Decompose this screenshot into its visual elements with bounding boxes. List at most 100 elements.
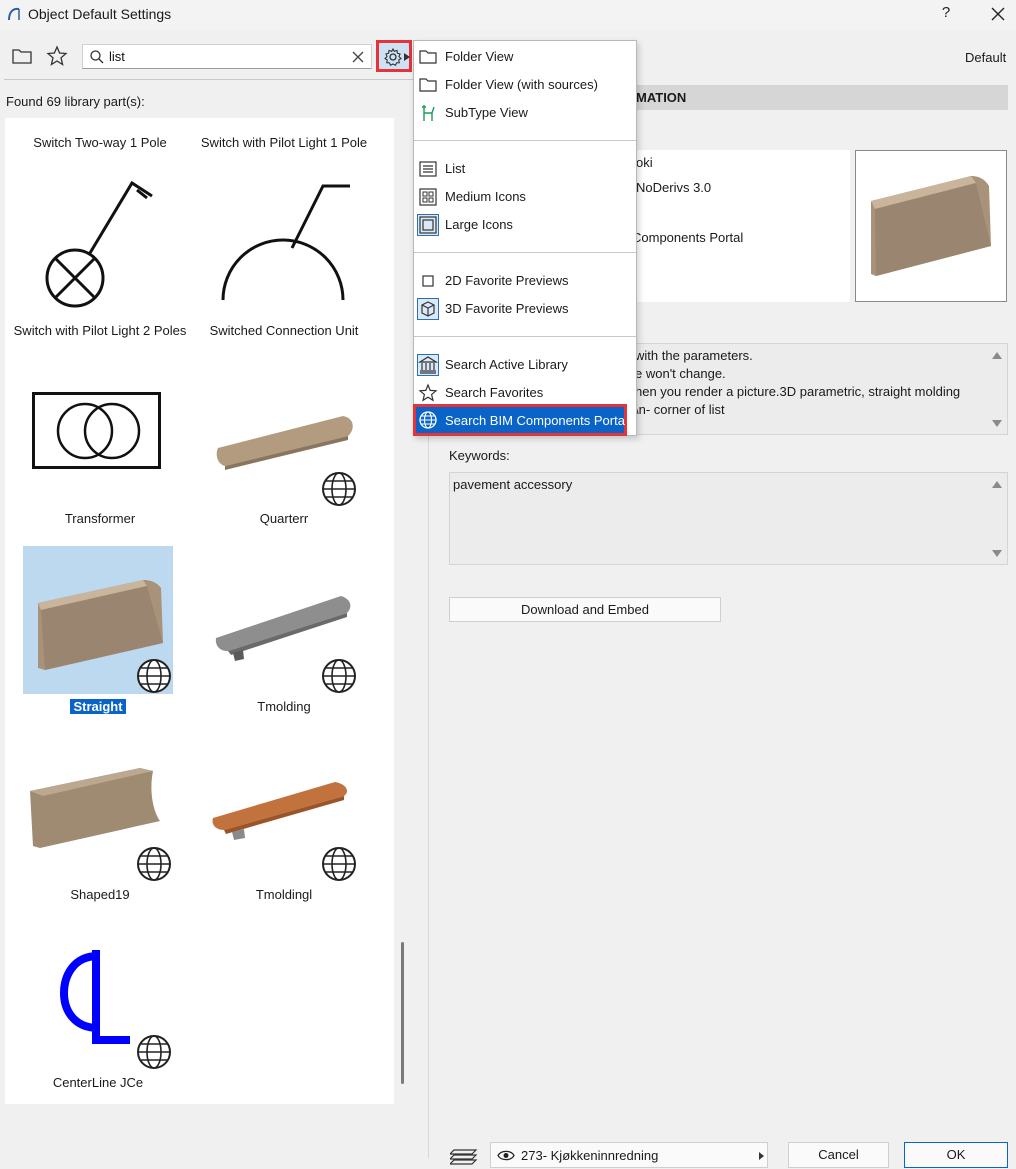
library-item-label[interactable]: Switch Two-way 1 Pole [5,135,195,150]
layer-icon [450,1149,478,1165]
menu-divider [414,336,636,337]
library-item-label[interactable]: Transformer [5,511,195,526]
app-icon [8,7,20,21]
menu-item-medium-icons[interactable]: Medium Icons [414,184,636,210]
centerline-symbol[interactable] [60,948,140,1048]
library-item-label[interactable]: Switch with Pilot Light 2 Poles [5,323,195,338]
description-box[interactable]: with the parameters. e won't change. hen… [612,343,1008,435]
menu-item-label: 2D Favorite Previews [445,273,569,288]
close-icon[interactable] [986,2,1010,26]
list-view-icon [419,161,437,177]
favorites-star-icon[interactable] [45,44,69,68]
menu-item-folder-view[interactable]: Folder View [414,44,636,70]
folder-icon [419,78,437,92]
keywords-box[interactable]: pavement accessory [449,472,1008,565]
eye-icon[interactable] [497,1149,515,1162]
layer-name: 273- Kjøkkeninnredning [521,1148,659,1163]
star-icon [418,383,438,402]
menu-item-label: 3D Favorite Previews [445,301,569,316]
square-icon [422,275,434,287]
ok-button[interactable]: OK [904,1142,1008,1168]
menu-item-2d-favorite-previews[interactable]: 2D Favorite Previews [414,268,636,294]
list-scrollbar[interactable] [401,942,404,1084]
menu-item-list[interactable]: List [414,156,636,182]
window-title: Object Default Settings [28,6,172,22]
description-line: hen you render a picture.3D parametric, … [635,384,961,399]
switched-connection-unit-symbol[interactable] [220,180,355,305]
library-item-label[interactable]: Quarterr [189,511,379,526]
menu-item-large-icons[interactable]: Large Icons [414,212,636,238]
info-details: oki NoDerivs 3.0 Components Portal [612,150,850,302]
library-item-label[interactable]: Tmolding [189,699,379,714]
selected-item-label[interactable]: Straight [70,699,126,714]
scroll-down-arrow-icon[interactable] [992,420,1002,427]
globe-icon [137,659,171,693]
info-section-title: MATION [636,90,687,105]
layer-dropdown[interactable]: 273- Kjøkkeninnredning [490,1142,768,1168]
description-line: e won't change. [635,366,726,381]
clear-search-icon[interactable] [351,50,365,64]
quarter-molding-preview[interactable] [213,408,358,473]
menu-item-label: List [445,161,466,176]
view-options-menu: Folder View Folder View (with sources) S… [413,40,637,436]
keywords-value: pavement accessory [453,477,573,492]
large-icons-icon [417,214,439,236]
library-item-label[interactable]: Switch with Pilot Light 1 Pole [189,135,379,150]
object-preview [855,150,1007,302]
search-input[interactable] [109,48,339,65]
t-molding-preview[interactable] [213,593,355,663]
description-line: \n- corner of list [635,402,725,417]
folder-icon[interactable] [10,44,34,68]
menu-item-subtype-view[interactable]: SubType View [414,100,636,126]
menu-item-label: Folder View [445,49,514,64]
subtype-icon [422,105,435,121]
help-button[interactable]: ? [936,4,956,26]
menu-item-3d-favorite-previews[interactable]: 3D Favorite Previews [414,296,636,322]
library-parts-list[interactable]: Switch Two-way 1 Pole Switch with Pilot … [5,118,394,1104]
library-item-label[interactable]: Tmoldingl [189,887,379,902]
switch-pilot-light-symbol[interactable] [40,178,160,308]
info-license: NoDerivs 3.0 [636,180,712,195]
gear-icon [384,47,402,67]
menu-item-label: Search BIM Components Porta [445,413,625,428]
library-icon [417,354,439,376]
library-item-label[interactable]: Straight [5,699,193,714]
info-source: Components Portal [632,230,744,245]
scroll-up-arrow-icon[interactable] [992,481,1002,488]
library-item-label[interactable]: CenterLine JCe [5,1075,193,1090]
menu-item-folder-view-sources[interactable]: Folder View (with sources) [414,72,636,98]
library-item-label[interactable]: Switched Connection Unit [189,323,379,338]
default-label: Default [965,50,1007,65]
submenu-arrow-icon [404,53,410,61]
shaped-molding-preview[interactable] [25,766,165,851]
straight-molding-preview [871,176,991,276]
globe-icon [322,847,356,881]
menu-item-label: Large Icons [445,217,513,232]
cancel-button[interactable]: Cancel [788,1142,889,1168]
keywords-label: Keywords: [449,448,510,463]
results-count: Found 69 library part(s): [6,94,145,109]
menu-item-label: SubType View [445,105,528,120]
cube-icon [417,298,439,320]
toolbar-divider [4,79,416,80]
transformer-symbol[interactable] [32,392,162,470]
search-box[interactable] [82,44,372,69]
download-and-embed-button[interactable]: Download and Embed [449,597,721,622]
menu-item-search-favorites[interactable]: Search Favorites [414,380,636,406]
menu-item-search-active-library[interactable]: Search Active Library [414,352,636,378]
chevron-right-icon [759,1152,764,1160]
search-icon [90,50,104,64]
menu-item-label: Folder View (with sources) [445,77,598,92]
t-molding-l-preview[interactable] [210,780,355,840]
library-item-label[interactable]: Shaped19 [5,887,195,902]
menu-item-search-bim-components[interactable]: Search BIM Components Porta [413,404,627,436]
globe-icon [322,472,356,506]
scroll-up-arrow-icon[interactable] [992,352,1002,359]
menu-item-label: Search Favorites [445,385,544,400]
scroll-down-arrow-icon[interactable] [992,550,1002,557]
menu-divider [414,252,636,253]
medium-icons-icon [419,188,437,206]
menu-item-label: Search Active Library [445,357,568,372]
view-options-button[interactable] [376,40,412,72]
globe-icon [137,847,171,881]
